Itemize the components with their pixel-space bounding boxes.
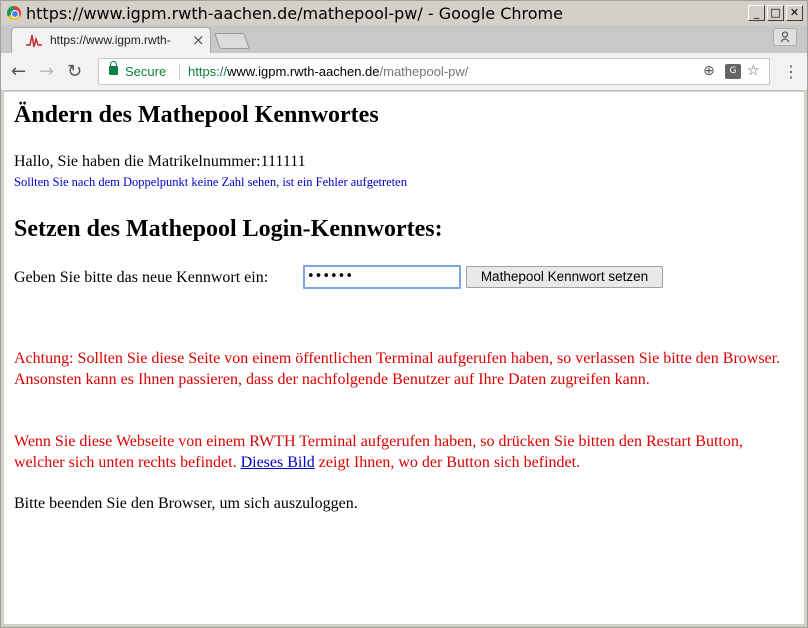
url-scheme: https:// [188,64,228,79]
translate-icon[interactable]: G [725,64,741,79]
image-link[interactable]: Dieses Bild [241,454,315,471]
error-hint-text: Sollten Sie nach dem Doppelpunkt keine Z… [14,175,407,189]
maximize-button[interactable]: □ [767,5,784,21]
site-favicon-icon [26,34,42,48]
browser-window: https://www.igpm.rwth-aachen.de/mathepoo… [0,0,808,628]
close-window-button[interactable]: ✕ [786,5,803,21]
back-arrow-icon[interactable]: ← [11,61,26,82]
password-label: Geben Sie bitte das neue Kennwort ein: [14,269,269,286]
public-terminal-warning: Achtung: Sollten Sie diese Seite von ein… [14,350,781,388]
title-bar: https://www.igpm.rwth-aachen.de/mathepoo… [1,1,807,25]
tab-title: https://www.igpm.rwth- [50,33,171,47]
secure-label[interactable]: Secure [125,64,166,79]
omnibox-divider [179,64,180,80]
chrome-logo-icon [7,6,21,20]
restart-warning: Wenn Sie diese Webseite von einem RWTH T… [14,431,794,473]
browser-toolbar: ← → ↻ Secure https://www.igpm.rwth-aache… [1,53,807,91]
restart-warning-tail: zeigt Ihnen, wo der Button sich befindet… [314,454,581,471]
url-host: www.igpm.rwth-aachen.de [227,64,380,79]
zoom-icon[interactable]: ⊕ [703,63,715,79]
reload-icon[interactable]: ↻ [67,61,82,82]
password-input[interactable]: •••••• [303,265,461,289]
url-path: /mathepool-pw/ [379,64,469,79]
tab-active[interactable]: https://www.igpm.rwth- × [11,27,211,53]
profile-icon[interactable] [773,28,797,46]
lock-icon[interactable] [109,61,118,75]
chrome-menu-icon[interactable]: ⋮ [783,62,799,81]
address-bar[interactable]: Secure https://www.igpm.rwth-aachen.de/m… [98,58,770,85]
set-password-button[interactable]: Mathepool Kennwort setzen [466,266,663,288]
new-tab-button[interactable] [214,33,250,49]
tab-close-icon[interactable]: × [192,31,205,49]
tab-strip: https://www.igpm.rwth- × [1,25,807,53]
window-title: https://www.igpm.rwth-aachen.de/mathepoo… [26,4,563,23]
greeting-text: Hallo, Sie haben die Matrikelnummer:1111… [14,153,306,170]
section-title: Setzen des Mathepool Login-Kennwortes: [14,216,443,242]
minimize-button[interactable]: _ [748,5,765,21]
url-text[interactable]: https://www.igpm.rwth-aachen.de/mathepoo… [188,64,468,79]
logout-hint: Bitte beenden Sie den Browser, um sich a… [14,495,358,512]
bookmark-star-icon[interactable]: ☆ [747,63,760,79]
page-title: Ändern des Mathepool Kennwortes [14,102,379,128]
forward-arrow-icon[interactable]: → [39,61,54,82]
page-content: Ändern des Mathepool Kennwortes Hallo, S… [4,92,804,624]
